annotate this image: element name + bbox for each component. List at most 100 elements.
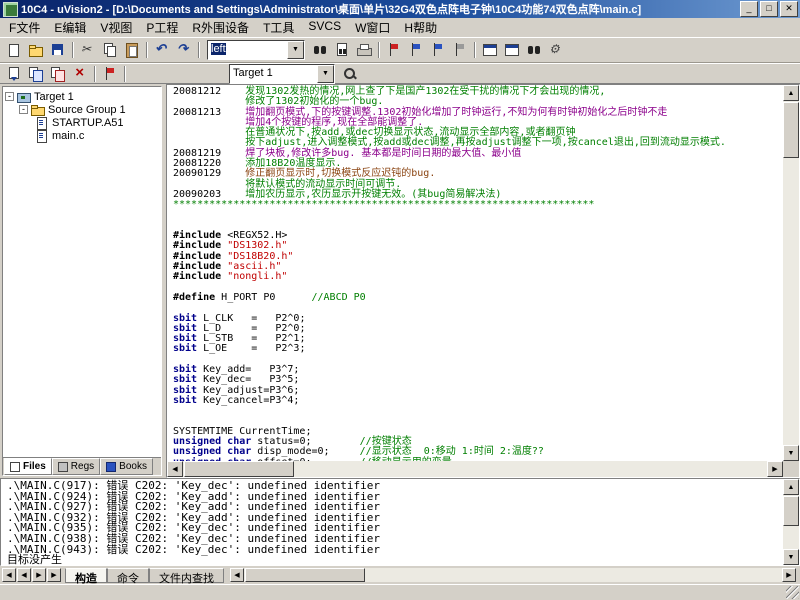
output-tab-0[interactable]: 构造: [65, 568, 107, 583]
panel-tab-host: Files Regs Books: [4, 458, 153, 475]
tree-item-startup-a51[interactable]: STARTUP.A51: [5, 116, 159, 129]
copy-icon: [103, 43, 117, 57]
collapse-icon[interactable]: -: [19, 105, 28, 114]
output-vertical-scrollbar[interactable]: ▲ ▼: [783, 479, 799, 565]
chevron-down-icon[interactable]: ▼: [317, 65, 334, 83]
clear-bookmarks-button[interactable]: [449, 40, 471, 60]
rebuild-all-button[interactable]: [47, 64, 69, 84]
editor-vertical-scrollbar[interactable]: ▲ ▼: [783, 85, 799, 461]
menu-item-3[interactable]: P工程: [139, 17, 185, 38]
scroll-right-icon[interactable]: ▶: [782, 568, 796, 582]
cut-button[interactable]: [77, 40, 99, 60]
close-button[interactable]: ✕: [780, 1, 798, 17]
panel-tab-regs[interactable]: Regs: [52, 458, 100, 475]
tree-item-main-c[interactable]: main.c: [5, 129, 159, 142]
output-tab-1[interactable]: 命令: [107, 568, 149, 583]
target-options-button[interactable]: [339, 64, 361, 84]
redo-button[interactable]: [173, 40, 195, 60]
options-button[interactable]: [545, 40, 567, 60]
menu-item-6[interactable]: SVCS: [301, 17, 348, 38]
resize-grip[interactable]: [786, 586, 799, 599]
code-editor[interactable]: 20081212 发现1302发热的情况,网上查了下是国产1302在受干扰的情况…: [166, 84, 800, 478]
print-button[interactable]: [353, 40, 375, 60]
scrollbar-thumb[interactable]: [783, 496, 799, 526]
minimize-button[interactable]: _: [740, 1, 758, 17]
app-icon: [3, 2, 18, 17]
tree-item-source-group[interactable]: - Source Group 1: [5, 103, 159, 116]
new-file-button[interactable]: [3, 40, 25, 60]
tree-item-label: main.c: [52, 130, 84, 142]
next-bookmark-icon: [431, 43, 445, 57]
toggle-bookmark-button[interactable]: [383, 40, 405, 60]
scrollbar-thumb[interactable]: [245, 568, 365, 582]
panel-tab-files[interactable]: Files: [4, 458, 52, 475]
menu-item-2[interactable]: V视图: [93, 17, 139, 38]
title-bar: 10C4 - uVision2 - [D:\Documents and Sett…: [0, 0, 800, 18]
toolbar-separator: [94, 66, 96, 82]
menu-item-4[interactable]: R外围设备: [185, 17, 256, 38]
paste-icon: [125, 43, 139, 57]
scroll-left-icon[interactable]: ◀: [167, 461, 183, 477]
tab-scroll-right-icon[interactable]: ▶: [32, 568, 46, 582]
project-tree[interactable]: - Target 1 - Source Group 1 STARTUP.A51 …: [3, 87, 161, 458]
source-browser-button[interactable]: [523, 40, 545, 60]
output-tab-2[interactable]: 文件内查找: [149, 568, 224, 583]
scroll-right-icon[interactable]: ▶: [767, 461, 783, 477]
copy-button[interactable]: [99, 40, 121, 60]
output-window[interactable]: .\MAIN.C(917): 错误 C202: 'Key_dec': undef…: [0, 478, 800, 566]
tree-item-label: Target 1: [34, 91, 74, 103]
output-window-button[interactable]: [501, 40, 523, 60]
build-target-icon: [29, 67, 43, 81]
menu-item-1[interactable]: E编辑: [47, 17, 93, 38]
panel-tab-label: Books: [119, 461, 147, 472]
find-in-files-button[interactable]: [331, 40, 353, 60]
stop-build-button[interactable]: [69, 64, 91, 84]
paste-button[interactable]: [121, 40, 143, 60]
panel-tab-label: Regs: [71, 461, 94, 472]
target-combo[interactable]: Target 1 ▼: [229, 64, 335, 84]
scroll-up-icon[interactable]: ▲: [783, 479, 799, 495]
scrollbar-corner: [783, 461, 799, 477]
tab-scroll-left-icon[interactable]: ◀: [17, 568, 31, 582]
panel-tab-books[interactable]: Books: [100, 458, 153, 475]
file-toolbar: left ▼: [0, 37, 800, 63]
translate-file-button[interactable]: [3, 64, 25, 84]
find-button[interactable]: [309, 40, 331, 60]
tree-item-target[interactable]: - Target 1: [5, 90, 159, 103]
save-file-button[interactable]: [47, 40, 69, 60]
menu-item-7[interactable]: W窗口: [348, 17, 397, 38]
prev-bookmark-button[interactable]: [405, 40, 427, 60]
file-toolbar-right: [309, 40, 567, 60]
scroll-left-icon[interactable]: ◀: [230, 568, 244, 582]
editor-horizontal-scrollbar[interactable]: ◀ ▶: [167, 461, 783, 477]
menu-item-0[interactable]: F文件: [2, 17, 47, 38]
project-window-button[interactable]: [479, 40, 501, 60]
cut-icon: [81, 43, 95, 57]
tree-item-label: STARTUP.A51: [52, 117, 124, 129]
tab-scroll-first-icon[interactable]: ◀: [2, 568, 16, 582]
next-bookmark-button[interactable]: [427, 40, 449, 60]
menu-items: F文件E编辑V视图P工程R外围设备T工具SVCSW窗口H帮助: [2, 17, 444, 38]
source-browser-icon: [527, 43, 541, 57]
open-file-button[interactable]: [25, 40, 47, 60]
build-target-button[interactable]: [25, 64, 47, 84]
tab-scroll-last-icon[interactable]: ▶: [47, 568, 61, 582]
output-horizontal-scrollbar[interactable]: ◀ ▶: [230, 568, 796, 582]
scrollbar-thumb[interactable]: [184, 461, 294, 477]
find-combo[interactable]: left ▼: [207, 40, 305, 60]
code-line: [173, 211, 783, 221]
maximize-button[interactable]: □: [760, 1, 778, 17]
scroll-down-icon[interactable]: ▼: [783, 549, 799, 565]
scrollbar-thumb[interactable]: [783, 102, 799, 158]
collapse-icon[interactable]: -: [5, 92, 14, 101]
undo-button[interactable]: [151, 40, 173, 60]
download-flash-button[interactable]: [99, 64, 121, 84]
code-segment: #define: [173, 292, 221, 303]
menu-item-5[interactable]: T工具: [256, 17, 301, 38]
undo-icon: [155, 43, 169, 57]
chevron-down-icon[interactable]: ▼: [287, 41, 304, 59]
scroll-down-icon[interactable]: ▼: [783, 445, 799, 461]
scroll-up-icon[interactable]: ▲: [783, 85, 799, 101]
code-area[interactable]: 20081212 发现1302发热的情况,网上查了下是国产1302在受干扰的情况…: [167, 85, 783, 461]
menu-item-8[interactable]: H帮助: [397, 17, 444, 38]
